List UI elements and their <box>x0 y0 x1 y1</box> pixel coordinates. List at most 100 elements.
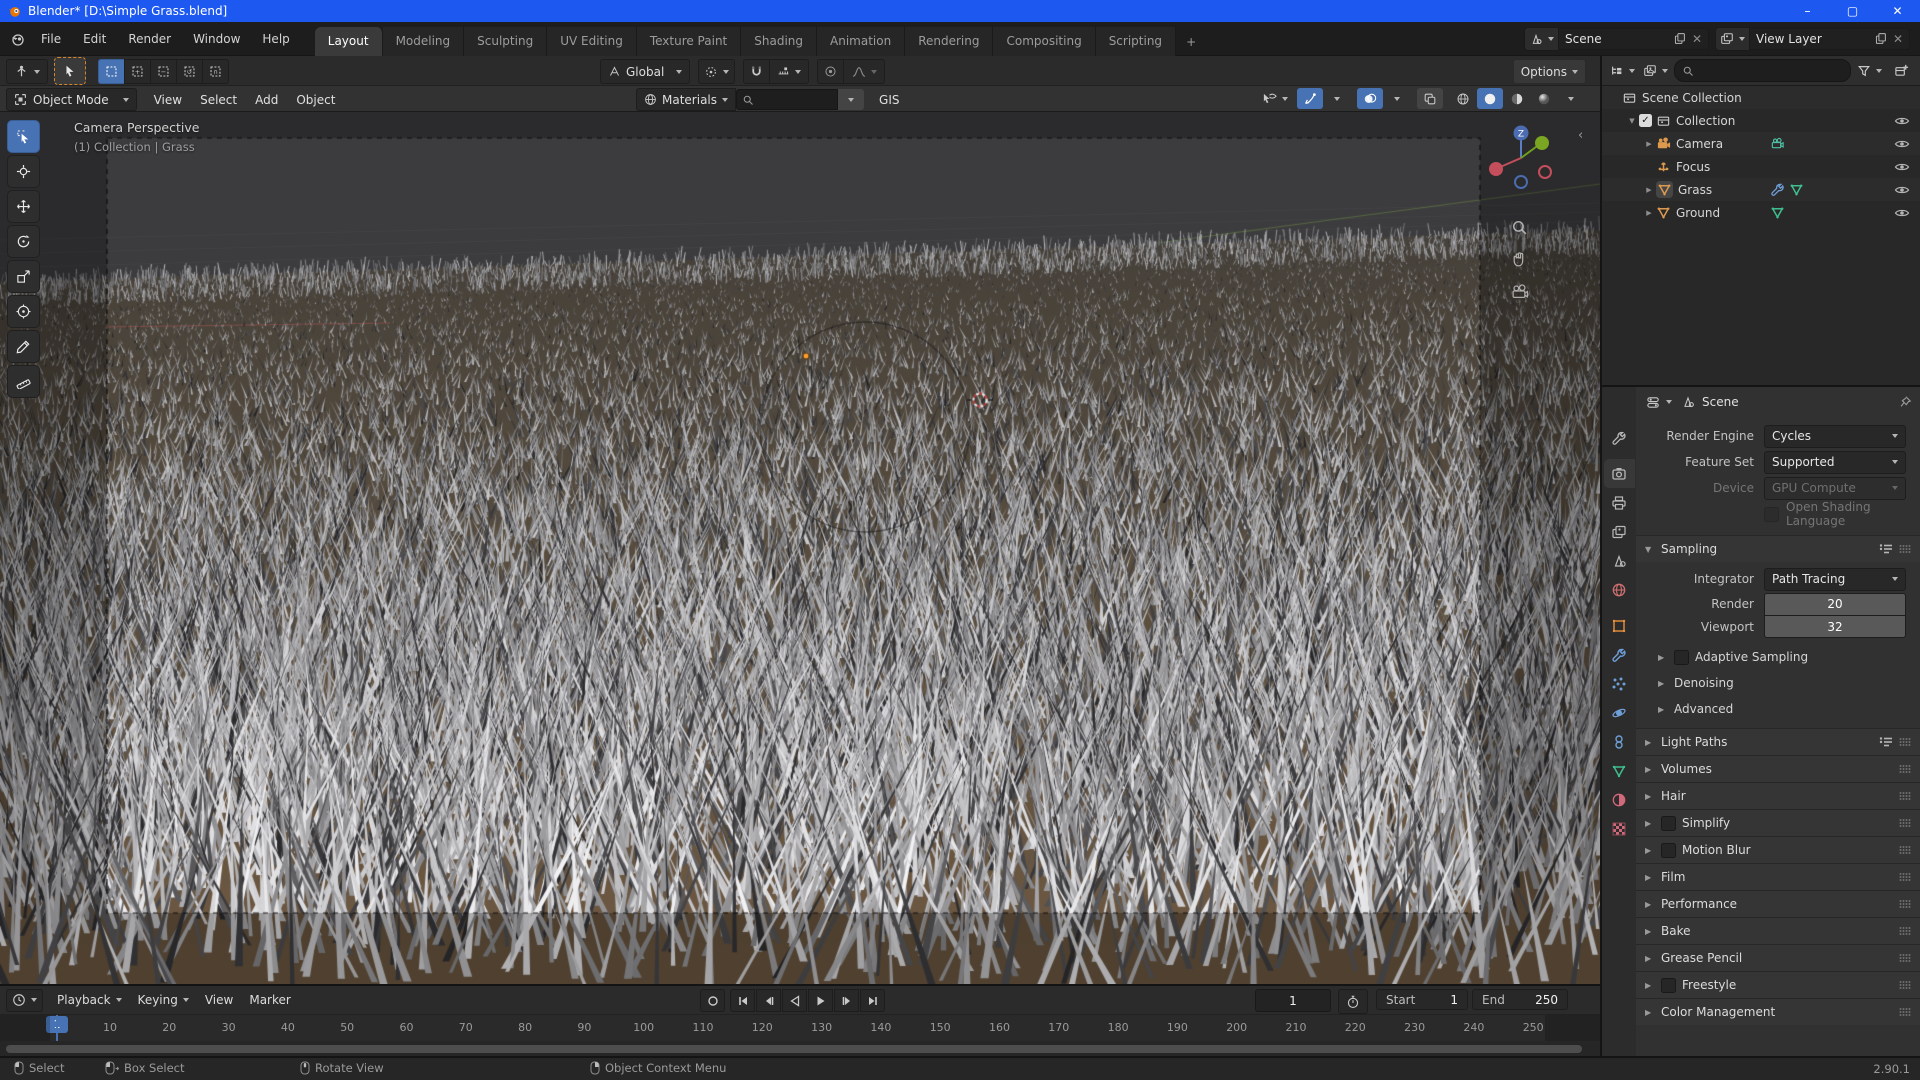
timeline-scrollbar[interactable] <box>6 1045 1582 1053</box>
panel-light-paths-header[interactable]: ▶Light Paths <box>1636 729 1920 755</box>
properties-tab-physics[interactable] <box>1604 698 1635 727</box>
search-options-dropdown[interactable] <box>838 89 864 110</box>
viewport-menu-add[interactable]: Add <box>246 89 287 111</box>
panel-volumes-header[interactable]: ▶Volumes <box>1636 756 1920 782</box>
drag-grip-icon[interactable] <box>1899 544 1911 554</box>
pivot-point-dropdown[interactable] <box>698 59 735 84</box>
current-frame-field[interactable]: 1 <box>1255 989 1331 1012</box>
viewport-samples-field[interactable]: 32 <box>1764 615 1906 638</box>
workspace-tab-layout[interactable]: Layout <box>315 27 383 56</box>
playback-jump-start-button[interactable] <box>730 989 755 1012</box>
feature-set-dropdown[interactable]: Supported <box>1764 451 1906 474</box>
panel-performance-header[interactable]: ▶Performance <box>1636 891 1920 917</box>
workspace-tab-texture-paint[interactable]: Texture Paint <box>637 27 741 56</box>
workspace-tab-shading[interactable]: Shading <box>741 27 817 56</box>
playback-play-reverse-button[interactable] <box>782 989 807 1012</box>
frame-start-field[interactable]: Start 1 <box>1376 989 1468 1010</box>
timeline-ruler[interactable]: 1 10203040506070809010011012013014015016… <box>0 1014 1600 1041</box>
hide-in-viewport-toggle[interactable] <box>1894 182 1910 198</box>
panel-motion-blur-header[interactable]: ▶Motion Blur <box>1636 837 1920 863</box>
timeline-menu-keying[interactable]: Keying <box>130 989 197 1011</box>
timeline-editor-type-button[interactable] <box>6 989 43 1012</box>
outliner-filter-dropdown[interactable] <box>1855 60 1884 81</box>
panel-freestyle-header[interactable]: ▶Freestyle <box>1636 972 1920 998</box>
properties-tab-render[interactable] <box>1604 459 1635 488</box>
playback-prev-keyframe-button[interactable] <box>756 989 781 1012</box>
collection-checkbox[interactable]: ✓ <box>1639 114 1652 127</box>
simplify-checkbox[interactable] <box>1661 816 1676 831</box>
panel-grease-pencil-header[interactable]: ▶Grease Pencil <box>1636 945 1920 971</box>
transform-orientation-dropdown[interactable]: Global <box>600 59 690 84</box>
properties-tab-world[interactable] <box>1604 575 1635 604</box>
snap-settings-dropdown[interactable] <box>769 59 809 84</box>
drag-grip-icon[interactable] <box>1899 872 1911 882</box>
device-dropdown[interactable]: GPU Compute <box>1764 477 1906 500</box>
new-collection-button[interactable] <box>1888 60 1914 81</box>
tool-annotate[interactable] <box>7 330 40 363</box>
view-layer-browse-button[interactable] <box>1715 27 1750 51</box>
tool-rotate[interactable] <box>7 225 40 258</box>
panel-simplify-header[interactable]: ▶Simplify <box>1636 810 1920 836</box>
properties-tab-object[interactable] <box>1604 611 1635 640</box>
show-gizmo-toggle[interactable] <box>1297 88 1323 109</box>
3d-viewport[interactable]: Camera Perspective (1) Collection | Gras… <box>0 112 1600 984</box>
xray-toggle[interactable] <box>1417 88 1443 109</box>
workspace-tab-modeling[interactable]: Modeling <box>383 27 465 56</box>
properties-tab-modifiers[interactable] <box>1604 640 1635 669</box>
scene-browse-button[interactable] <box>1524 27 1559 51</box>
modifier-icon[interactable] <box>1770 182 1785 197</box>
frame-end-field[interactable]: End 250 <box>1472 989 1568 1010</box>
panel-sampling-header[interactable]: ▼Sampling <box>1636 536 1920 562</box>
shading-material-button[interactable] <box>1504 88 1530 109</box>
outliner-search[interactable] <box>1674 59 1851 82</box>
workspace-tab-uv-editing[interactable]: UV Editing <box>547 27 637 56</box>
properties-tab-output[interactable] <box>1604 488 1635 517</box>
viewport-menu-object[interactable]: Object <box>287 89 344 111</box>
drag-grip-icon[interactable] <box>1899 737 1911 747</box>
expander-icon[interactable]: ▼ <box>1625 117 1639 125</box>
select-mode-set[interactable] <box>98 59 124 84</box>
panel-hair-header[interactable]: ▶Hair <box>1636 783 1920 809</box>
outliner-filter-id-dropdown[interactable] <box>1641 60 1670 81</box>
select-mode-intersect[interactable]: ∩ <box>202 59 229 84</box>
workspace-tab-animation[interactable]: Animation <box>817 27 905 56</box>
tool-measure[interactable] <box>7 365 40 398</box>
integrator-dropdown[interactable]: Path Tracing <box>1764 568 1906 591</box>
presets-icon[interactable] <box>1879 543 1893 555</box>
zoom-view-button[interactable] <box>1504 212 1534 242</box>
maximize-button[interactable]: ▢ <box>1830 0 1875 22</box>
timeline-menu-marker[interactable]: Marker <box>241 989 298 1011</box>
properties-editor-type-button[interactable] <box>1644 392 1674 413</box>
expander-icon[interactable]: ▶ <box>1642 186 1656 194</box>
proportional-edit-toggle[interactable] <box>817 59 843 84</box>
scene-name-field[interactable]: Scene ✕ <box>1559 28 1709 50</box>
tool-cursor[interactable] <box>7 155 40 188</box>
tool-transform[interactable] <box>7 295 40 328</box>
properties-tab-texture[interactable] <box>1604 814 1635 843</box>
object-visibility-dropdown[interactable] <box>1260 88 1290 109</box>
new-view-layer-icon[interactable] <box>1874 32 1887 45</box>
select-mode-extend[interactable]: + <box>124 59 150 84</box>
camera-data-icon[interactable] <box>1770 136 1785 151</box>
expander-icon[interactable]: ▶ <box>1642 209 1656 217</box>
drag-grip-icon[interactable] <box>1899 845 1911 855</box>
presets-icon[interactable] <box>1879 736 1893 748</box>
render-samples-field[interactable]: 20 <box>1764 593 1906 615</box>
properties-tab-material[interactable] <box>1604 785 1635 814</box>
pin-icon[interactable] <box>1898 395 1912 409</box>
properties-tab-constraints[interactable] <box>1604 727 1635 756</box>
timeline-menu-playback[interactable]: Playback <box>49 989 130 1011</box>
playback-record-button[interactable] <box>700 989 725 1012</box>
hide-in-viewport-toggle[interactable] <box>1894 113 1910 129</box>
hide-in-viewport-toggle[interactable] <box>1894 159 1910 175</box>
material-slot-dropdown[interactable]: Materials <box>636 88 736 111</box>
panel-film-header[interactable]: ▶Film <box>1636 864 1920 890</box>
outliner-row-ground[interactable]: ▶ Ground <box>1602 201 1920 224</box>
workspace-tab-sculpting[interactable]: Sculpting <box>464 27 547 56</box>
hide-in-viewport-toggle[interactable] <box>1894 205 1910 221</box>
properties-tab-view-layer[interactable] <box>1604 517 1635 546</box>
pan-view-button[interactable] <box>1504 244 1534 274</box>
remove-view-layer-icon[interactable]: ✕ <box>1893 32 1903 46</box>
tool-move[interactable] <box>7 190 40 223</box>
viewport-menu-select[interactable]: Select <box>191 89 246 111</box>
